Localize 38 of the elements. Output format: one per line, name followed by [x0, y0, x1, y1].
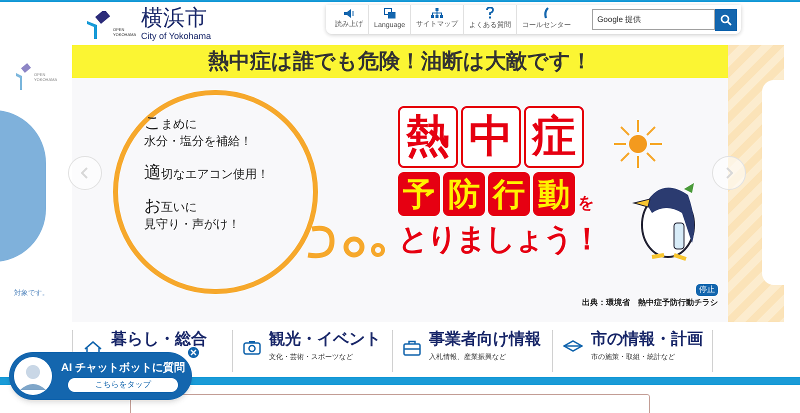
close-icon[interactable] [187, 346, 200, 359]
title-character: 症 [524, 106, 584, 168]
action-character: 予 [398, 172, 440, 216]
chatbot-tap-button[interactable]: こちらをタップ [68, 378, 178, 392]
action-character: 動 [533, 172, 575, 216]
bubble-text: お互いに [144, 197, 198, 216]
action-character: 行 [488, 172, 530, 216]
chatbot-toast[interactable]: AI チャットボットに質問 こちらをタップ [9, 352, 192, 400]
chevron-left-icon [81, 167, 89, 179]
question-mark-icon [486, 7, 494, 20]
phone-icon [542, 7, 551, 20]
site-title[interactable]: 横浜市 [141, 8, 212, 30]
title-character: 熱 [398, 106, 458, 168]
search-button[interactable] [715, 8, 738, 30]
sitemap-icon [431, 8, 444, 18]
image-source-caption: 出典：環境省 熱中症予防行動チラシ [582, 297, 718, 309]
bubble-text: 見守り・声がけ！ [144, 216, 241, 233]
pause-button[interactable]: 停止 [696, 284, 718, 296]
toolbox-icon [403, 340, 421, 356]
title-character: 中 [461, 106, 521, 168]
search-field[interactable]: Google 提供 [592, 9, 716, 30]
banner-text: を [578, 194, 594, 214]
search-icon [720, 14, 732, 26]
bubble-text: 適切なエアコン使用！ [144, 164, 269, 183]
translate-icon [384, 8, 396, 19]
bubble-text: 水分・塩分を補給！ [144, 133, 253, 150]
action-character: 防 [443, 172, 485, 216]
chevron-right-icon [725, 167, 733, 179]
banner-headline: 熱中症は誰でも危険！油断は大敵です！ [208, 48, 592, 75]
diamond-icon [563, 340, 583, 352]
camera-icon [243, 340, 261, 355]
bubble-text: こ まめに [144, 114, 198, 133]
site-subtitle: City of Yokohama [141, 32, 212, 41]
speaker-icon [343, 8, 356, 18]
city-logo-icon [16, 63, 32, 91]
avatar-icon [13, 356, 53, 396]
banner-text: とりましょう！ [398, 222, 600, 258]
sun-icon [612, 118, 664, 170]
